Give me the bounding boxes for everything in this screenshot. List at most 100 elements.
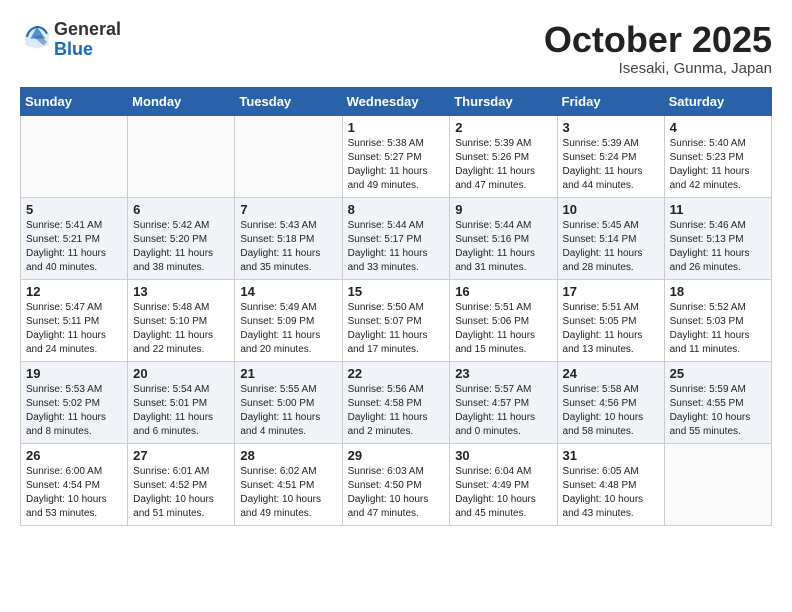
calendar-cell: 4Sunrise: 5:40 AM Sunset: 5:23 PM Daylig… [664, 115, 771, 197]
calendar-cell: 17 Sunrise: 5:51 AM Sunset: 5:05 PM Dayli… [557, 279, 664, 361]
day-number: 10 [563, 202, 659, 217]
day-info: Sunrise: 6:03 AM Sunset: 4:50 PM Dayligh… [348, 465, 445, 521]
calendar-cell: 22 Sunrise: 5:56 AM Sunset: 4:58 PM Dayli… [342, 361, 450, 443]
weekday-header-row: SundayMondayTuesdayWednesdayThursdayFrid… [21, 87, 772, 115]
weekday-header-saturday: Saturday [664, 87, 771, 115]
weekday-header-monday: Monday [128, 87, 235, 115]
day-number: 7 [240, 202, 336, 217]
day-number: 27 [133, 448, 229, 463]
day-number: 31 [563, 448, 659, 463]
calendar-cell [664, 443, 771, 525]
day-number: 1 [348, 120, 445, 135]
calendar-cell [235, 115, 342, 197]
calendar-cell: 9Sunrise: 5:44 AM Sunset: 5:16 PM Daylig… [450, 197, 557, 279]
logo-icon [22, 22, 52, 52]
calendar-cell: 18 Sunrise: 5:52 AM Sunset: 5:03 PM Dayli… [664, 279, 771, 361]
logo-blue-text: Blue [54, 40, 121, 60]
day-number: 24 [563, 366, 659, 381]
day-info: Sunrise: 5:46 AM Sunset: 5:13 PM Dayligh… [670, 219, 766, 275]
day-number: 11 [670, 202, 766, 217]
calendar-cell: 12Sunrise: 5:47 AM Sunset: 5:11 PM Dayli… [21, 279, 128, 361]
calendar-cell: 26Sunrise: 6:00 AM Sunset: 4:54 PM Dayli… [21, 443, 128, 525]
calendar-cell [128, 115, 235, 197]
day-info: Sunrise: 5:51 AM Sunset: 5:06 PM Dayligh… [455, 301, 551, 357]
day-info: Sunrise: 5:54 AM Sunset: 5:01 PM Dayligh… [133, 383, 229, 439]
weekday-header-tuesday: Tuesday [235, 87, 342, 115]
day-info: Sunrise: 5:39 AM Sunset: 5:24 PM Dayligh… [563, 137, 659, 193]
calendar-cell: 29 Sunrise: 6:03 AM Sunset: 4:50 PM Dayli… [342, 443, 450, 525]
day-info: Sunrise: 5:48 AM Sunset: 5:10 PM Dayligh… [133, 301, 229, 357]
day-info: Sunrise: 5:38 AM Sunset: 5:27 PM Dayligh… [348, 137, 445, 193]
day-number: 14 [240, 284, 336, 299]
day-info: Sunrise: 6:01 AM Sunset: 4:52 PM Dayligh… [133, 465, 229, 521]
calendar-cell: 24 Sunrise: 5:58 AM Sunset: 4:56 PM Dayli… [557, 361, 664, 443]
calendar-cell: 5 Sunrise: 5:41 AM Sunset: 5:21 PM Daylig… [21, 197, 128, 279]
weekday-header-friday: Friday [557, 87, 664, 115]
calendar-cell [21, 115, 128, 197]
day-info: Sunrise: 5:47 AM Sunset: 5:11 PM Dayligh… [26, 301, 122, 357]
calendar-cell: 10 Sunrise: 5:45 AM Sunset: 5:14 PM Dayli… [557, 197, 664, 279]
calendar-cell: 14 Sunrise: 5:49 AM Sunset: 5:09 PM Dayli… [235, 279, 342, 361]
day-info: Sunrise: 5:44 AM Sunset: 5:17 PM Dayligh… [348, 219, 445, 275]
day-info: Sunrise: 5:55 AM Sunset: 5:00 PM Dayligh… [240, 383, 336, 439]
calendar-cell: 31Sunrise: 6:05 AM Sunset: 4:48 PM Dayli… [557, 443, 664, 525]
day-number: 2 [455, 120, 551, 135]
day-info: Sunrise: 6:04 AM Sunset: 4:49 PM Dayligh… [455, 465, 551, 521]
day-number: 6 [133, 202, 229, 217]
day-number: 29 [348, 448, 445, 463]
day-info: Sunrise: 5:41 AM Sunset: 5:21 PM Dayligh… [26, 219, 122, 275]
calendar-cell: 25Sunrise: 5:59 AM Sunset: 4:55 PM Dayli… [664, 361, 771, 443]
calendar-cell: 28Sunrise: 6:02 AM Sunset: 4:51 PM Dayli… [235, 443, 342, 525]
day-info: Sunrise: 5:58 AM Sunset: 4:56 PM Dayligh… [563, 383, 659, 439]
day-info: Sunrise: 5:50 AM Sunset: 5:07 PM Dayligh… [348, 301, 445, 357]
day-number: 8 [348, 202, 445, 217]
day-info: Sunrise: 5:57 AM Sunset: 4:57 PM Dayligh… [455, 383, 551, 439]
day-info: Sunrise: 5:53 AM Sunset: 5:02 PM Dayligh… [26, 383, 122, 439]
calendar-cell: 23 Sunrise: 5:57 AM Sunset: 4:57 PM Dayli… [450, 361, 557, 443]
calendar-cell: 30 Sunrise: 6:04 AM Sunset: 4:49 PM Dayli… [450, 443, 557, 525]
day-info: Sunrise: 5:44 AM Sunset: 5:16 PM Dayligh… [455, 219, 551, 275]
calendar-cell: 1 Sunrise: 5:38 AM Sunset: 5:27 PM Daylig… [342, 115, 450, 197]
day-info: Sunrise: 5:56 AM Sunset: 4:58 PM Dayligh… [348, 383, 445, 439]
day-info: Sunrise: 6:00 AM Sunset: 4:54 PM Dayligh… [26, 465, 122, 521]
day-info: Sunrise: 5:42 AM Sunset: 5:20 PM Dayligh… [133, 219, 229, 275]
location-label: Isesaki, Gunma, Japan [544, 60, 772, 77]
day-info: Sunrise: 5:59 AM Sunset: 4:55 PM Dayligh… [670, 383, 766, 439]
day-number: 17 [563, 284, 659, 299]
calendar-cell: 3 Sunrise: 5:39 AM Sunset: 5:24 PM Daylig… [557, 115, 664, 197]
calendar-cell: 2 Sunrise: 5:39 AM Sunset: 5:26 PM Daylig… [450, 115, 557, 197]
calendar-week-row: 1 Sunrise: 5:38 AM Sunset: 5:27 PM Daylig… [21, 115, 772, 197]
weekday-header-thursday: Thursday [450, 87, 557, 115]
month-title: October 2025 [544, 20, 772, 60]
day-number: 30 [455, 448, 551, 463]
logo: General Blue [20, 20, 121, 60]
calendar-table: SundayMondayTuesdayWednesdayThursdayFrid… [20, 87, 772, 526]
day-number: 5 [26, 202, 122, 217]
day-number: 3 [563, 120, 659, 135]
day-number: 22 [348, 366, 445, 381]
logo-general-text: General [54, 20, 121, 40]
day-number: 19 [26, 366, 122, 381]
calendar-cell: 27 Sunrise: 6:01 AM Sunset: 4:52 PM Dayli… [128, 443, 235, 525]
day-info: Sunrise: 5:39 AM Sunset: 5:26 PM Dayligh… [455, 137, 551, 193]
calendar-cell: 21Sunrise: 5:55 AM Sunset: 5:00 PM Dayli… [235, 361, 342, 443]
day-info: Sunrise: 5:52 AM Sunset: 5:03 PM Dayligh… [670, 301, 766, 357]
day-info: Sunrise: 5:45 AM Sunset: 5:14 PM Dayligh… [563, 219, 659, 275]
day-number: 18 [670, 284, 766, 299]
page-header: General Blue October 2025 Isesaki, Gunma… [20, 20, 772, 77]
calendar-cell: 11 Sunrise: 5:46 AM Sunset: 5:13 PM Dayli… [664, 197, 771, 279]
day-info: Sunrise: 5:51 AM Sunset: 5:05 PM Dayligh… [563, 301, 659, 357]
day-number: 28 [240, 448, 336, 463]
day-number: 23 [455, 366, 551, 381]
weekday-header-sunday: Sunday [21, 87, 128, 115]
calendar-week-row: 5 Sunrise: 5:41 AM Sunset: 5:21 PM Daylig… [21, 197, 772, 279]
calendar-cell: 20 Sunrise: 5:54 AM Sunset: 5:01 PM Dayli… [128, 361, 235, 443]
day-number: 20 [133, 366, 229, 381]
title-block: October 2025 Isesaki, Gunma, Japan [544, 20, 772, 77]
calendar-week-row: 26Sunrise: 6:00 AM Sunset: 4:54 PM Dayli… [21, 443, 772, 525]
calendar-cell: 19 Sunrise: 5:53 AM Sunset: 5:02 PM Dayli… [21, 361, 128, 443]
calendar-cell: 6 Sunrise: 5:42 AM Sunset: 5:20 PM Daylig… [128, 197, 235, 279]
calendar-cell: 15Sunrise: 5:50 AM Sunset: 5:07 PM Dayli… [342, 279, 450, 361]
day-info: Sunrise: 5:49 AM Sunset: 5:09 PM Dayligh… [240, 301, 336, 357]
weekday-header-wednesday: Wednesday [342, 87, 450, 115]
